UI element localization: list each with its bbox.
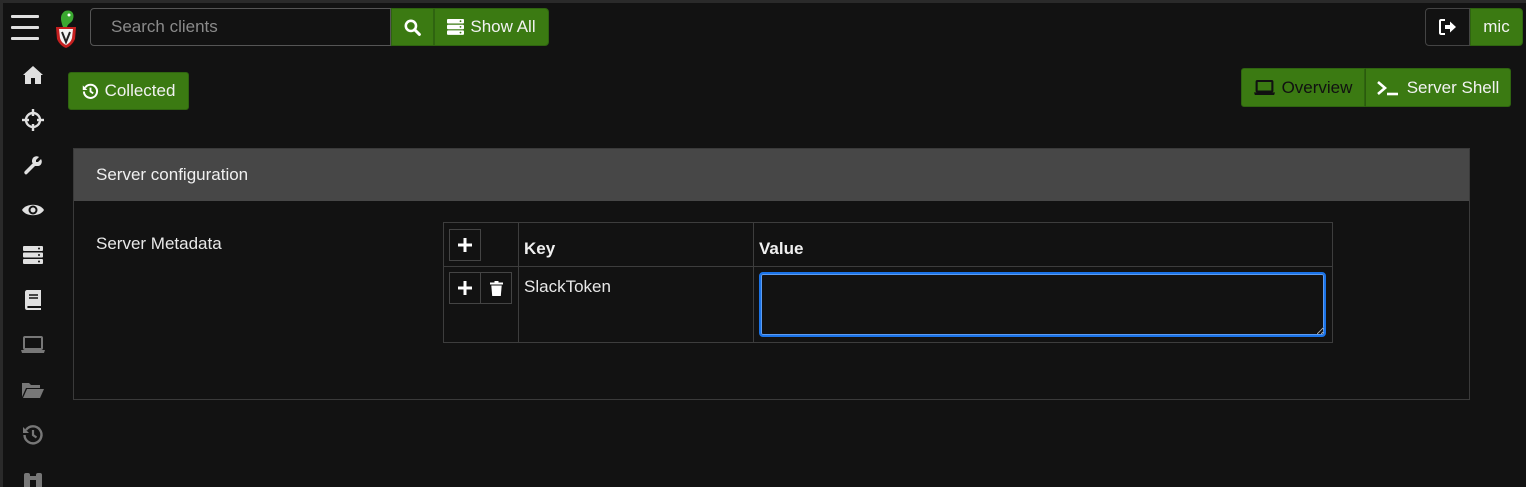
sidebar-item-vfs[interactable] — [21, 378, 45, 402]
history-icon — [82, 83, 98, 99]
book-icon — [25, 290, 41, 310]
overview-button[interactable]: Overview — [1241, 68, 1365, 107]
search-bar: Show All — [90, 8, 549, 46]
menu-toggle-icon[interactable] — [11, 15, 39, 45]
sidebar-item-hunts[interactable] — [21, 108, 45, 132]
server-configuration-panel: Server configuration Server Metadata Key… — [73, 148, 1470, 400]
insert-row-button[interactable] — [449, 272, 481, 304]
sign-out-icon — [1438, 19, 1456, 35]
search-button[interactable] — [391, 8, 434, 46]
server-shell-label: Server Shell — [1406, 77, 1500, 97]
logout-button[interactable] — [1425, 8, 1470, 46]
collected-label: Collected — [104, 81, 176, 100]
delete-row-button[interactable] — [480, 272, 512, 304]
sidebar-item-collected[interactable] — [21, 423, 45, 447]
server-metadata-label: Server Metadata — [96, 234, 222, 253]
value-column-header: Value — [753, 222, 1333, 267]
actions-header — [443, 222, 519, 267]
value-cell — [753, 266, 1333, 343]
laptop-icon — [1253, 79, 1275, 95]
table-header-row: Key Value — [443, 222, 1333, 267]
show-all-button[interactable]: Show All — [434, 8, 549, 46]
user-name: mic — [1483, 17, 1510, 36]
table-row: SlackToken — [443, 266, 1333, 343]
key-cell: SlackToken — [518, 266, 754, 343]
folder-open-icon — [22, 383, 44, 398]
laptop-icon — [21, 336, 45, 353]
search-input[interactable] — [90, 8, 391, 46]
search-icon — [404, 19, 421, 36]
panel-header: Server configuration — [74, 149, 1469, 201]
key-column-header: Key — [518, 222, 754, 267]
crosshairs-icon — [22, 109, 44, 131]
sidebar-item-artifacts[interactable] — [21, 153, 45, 177]
sidebar-item-client[interactable] — [21, 333, 45, 357]
trash-icon — [489, 280, 503, 296]
plus-icon — [458, 238, 472, 252]
server-shell-button[interactable]: Server Shell — [1365, 68, 1511, 107]
show-all-label: Show All — [470, 17, 536, 36]
row-actions — [443, 266, 519, 343]
server-icon — [447, 19, 465, 35]
metadata-table: Key Value SlackToken — [443, 222, 1333, 343]
home-icon — [23, 66, 43, 84]
sidebar-item-notebooks[interactable] — [21, 288, 45, 312]
terminal-icon — [1376, 80, 1398, 95]
value-textarea[interactable] — [759, 272, 1326, 337]
panel-title: Server configuration — [96, 165, 249, 184]
collected-button[interactable]: Collected — [68, 72, 189, 110]
binoculars-icon — [24, 473, 42, 487]
velociraptor-logo[interactable] — [51, 9, 81, 49]
history-icon — [23, 425, 43, 445]
user-button[interactable]: mic — [1470, 8, 1523, 46]
add-row-button[interactable] — [449, 229, 481, 261]
plus-icon — [458, 281, 472, 295]
user-controls: mic — [1425, 8, 1523, 46]
server-icon — [23, 246, 43, 264]
sidebar-item-home[interactable] — [21, 63, 45, 87]
sidebar-item-hunt-results[interactable] — [21, 468, 45, 487]
wrench-icon — [24, 156, 42, 175]
overview-label: Overview — [1281, 77, 1353, 97]
server-view-toggle: Overview Server Shell — [1241, 68, 1511, 107]
eye-icon — [22, 204, 44, 216]
sidebar-item-server[interactable] — [21, 243, 45, 267]
sidebar-item-events[interactable] — [21, 198, 45, 222]
